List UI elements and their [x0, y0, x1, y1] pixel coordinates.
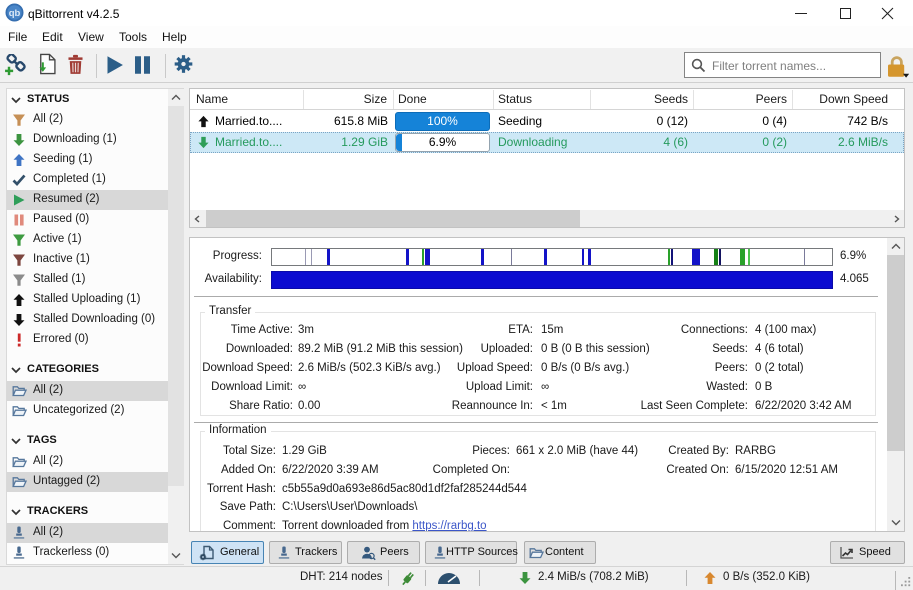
svg-text:qb: qb	[9, 8, 21, 19]
